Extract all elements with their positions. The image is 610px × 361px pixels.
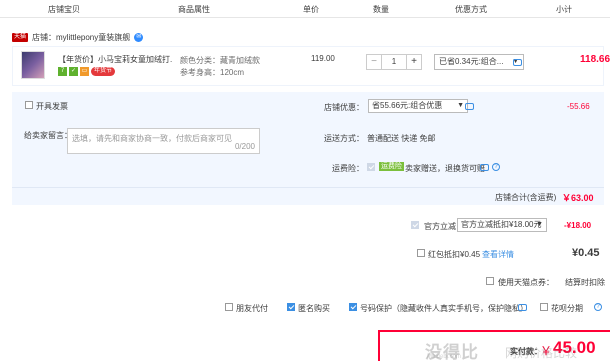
shipping-label: 运送方式： <box>324 134 364 143</box>
wangwang-chat-icon[interactable]: ✉ <box>134 32 144 42</box>
friend-pay-label: 朋友代付 <box>236 304 268 313</box>
message-label: 给卖家留言： <box>24 131 72 140</box>
official-discount-label: 官方立减 <box>424 222 456 231</box>
quantity-input[interactable]: 1 <box>381 55 407 69</box>
quantity-decrease-button[interactable]: − <box>367 55 381 69</box>
order-options-row: 朋友代付 匿名购买 号码保护（隐藏收件人真实手机号，保护隐私） 花呗分期 ? <box>0 300 610 314</box>
quantity-increase-button[interactable]: + <box>407 55 421 69</box>
invoice-checkbox[interactable] <box>25 101 33 109</box>
shop-total-label: 店铺合计(含运费) <box>495 193 557 202</box>
insurance-tag: 运费险 <box>379 162 404 171</box>
seven-day-return-icon: 7 <box>58 67 67 76</box>
help-icon[interactable]: ? <box>594 303 602 311</box>
tmall-card-value: 结算时扣除 <box>565 278 605 287</box>
shop-total-row: 店铺合计(含运费) ￥63.00 <box>12 187 604 205</box>
product-title-link[interactable]: 【年货价】小马宝莉女童加绒打... <box>58 54 173 65</box>
privacy-checkbox[interactable] <box>349 303 357 311</box>
item-promo-value: 已省0.34元:组合... <box>439 57 504 66</box>
col-unit-price: 单价 <box>303 5 319 14</box>
comment-icon[interactable] <box>518 304 527 311</box>
guarantee-icon: ✓ <box>69 67 78 76</box>
tmall-card-checkbox[interactable] <box>486 277 494 285</box>
new-year-sale-badge: 年货节 <box>91 67 115 76</box>
shop-discount-value: 省55.66元:组合优惠 <box>372 101 443 110</box>
friend-pay-checkbox[interactable] <box>225 303 233 311</box>
shop-discount-amount: -55.66 <box>567 102 590 111</box>
cart-item-row: 【年货价】小马宝莉女童加绒打... 7 ✓ ▭ 年货节 颜色分类：藏青加绒款 参… <box>12 46 610 86</box>
unit-price: 119.00 <box>311 54 335 63</box>
redpacket-details-link[interactable]: 查看详情 <box>482 249 514 260</box>
redpacket-label: 红包抵扣¥0.45 <box>428 250 481 259</box>
shop-discount-label: 店铺优惠： <box>324 103 364 112</box>
col-quantity: 数量 <box>373 5 389 14</box>
redpacket-amount: ¥0.45 <box>572 247 600 259</box>
shipping-value: 普通配送 快递 免邮 <box>367 134 436 143</box>
shop-total-value: ￥63.00 <box>562 193 594 203</box>
comment-icon[interactable] <box>513 59 522 66</box>
huabei-checkbox[interactable] <box>540 303 548 311</box>
sku-color: 颜色分类：藏青加绒款 <box>180 56 260 65</box>
huabei-label: 花呗分期 <box>551 304 583 313</box>
message-placeholder: 选填，请先和商家协商一致，付款后商家可见 <box>72 134 232 143</box>
insurance-label: 运费险： <box>332 164 364 173</box>
official-discount-value: 官方立减抵扣¥18.00元 <box>461 220 542 229</box>
official-discount-select[interactable]: 官方立减抵扣¥18.00元 ▼ <box>457 218 547 232</box>
message-counter: 0/200 <box>234 142 255 151</box>
table-header: 店铺宝贝 商品属性 单价 数量 优惠方式 小计 <box>0 0 610 18</box>
shop-row: 天猫 店铺：mylittlepony童装旗舰 ✉ <box>12 30 144 44</box>
watermark-slogan: 网购价格比较 <box>505 346 578 360</box>
col-shop-item: 店铺宝贝 <box>48 5 80 14</box>
official-discount-amount: -¥18.00 <box>564 221 592 230</box>
redpacket-checkbox[interactable] <box>417 249 425 257</box>
help-icon[interactable]: ? <box>492 163 500 171</box>
quantity-stepper: − 1 + <box>366 54 422 70</box>
insurance-checkbox[interactable] <box>367 163 375 171</box>
order-details-panel: 开具发票 给卖家留言： 选填，请先和商家协商一致，付款后商家可见 0/200 店… <box>12 92 604 187</box>
seller-message-input[interactable]: 选填，请先和商家协商一致，付款后商家可见 0/200 <box>67 128 260 154</box>
anonymous-checkbox[interactable] <box>287 303 295 311</box>
insurance-value: 卖家赠送，退换货可赔 <box>405 164 485 173</box>
col-promotion: 优惠方式 <box>455 5 487 14</box>
col-subtotal: 小计 <box>556 5 572 14</box>
sku-height: 参考身高：120cm <box>180 68 245 77</box>
product-thumbnail[interactable] <box>21 51 45 79</box>
col-attributes: 商品属性 <box>178 5 210 14</box>
shop-discount-select[interactable]: 省55.66元:组合优惠 ▼ <box>368 99 468 113</box>
comment-icon[interactable] <box>480 164 489 171</box>
comment-icon[interactable] <box>465 103 474 110</box>
anonymous-label: 匿名购买 <box>298 304 330 313</box>
invoice-label: 开具发票 <box>36 102 68 111</box>
official-discount-checkbox[interactable] <box>411 221 419 229</box>
item-promo-select[interactable]: 已省0.34元:组合... ▼ <box>434 54 524 70</box>
chevron-down-icon: ▼ <box>536 221 543 228</box>
watermark-url: Meidebi.com <box>427 354 462 360</box>
privacy-label: 号码保护（隐藏收件人真实手机号，保护隐私） <box>360 304 528 313</box>
product-badges: 7 ✓ ▭ 年货节 <box>58 67 115 76</box>
shop-name-link[interactable]: 店铺：mylittlepony童装旗舰 <box>32 32 130 43</box>
tmall-badge: 天猫 <box>12 32 29 42</box>
credit-card-icon: ▭ <box>80 67 89 76</box>
item-subtotal: 118.66 <box>580 54 610 65</box>
chevron-down-icon: ▼ <box>457 102 464 109</box>
tmall-card-label: 使用天猫点券： <box>498 278 554 287</box>
